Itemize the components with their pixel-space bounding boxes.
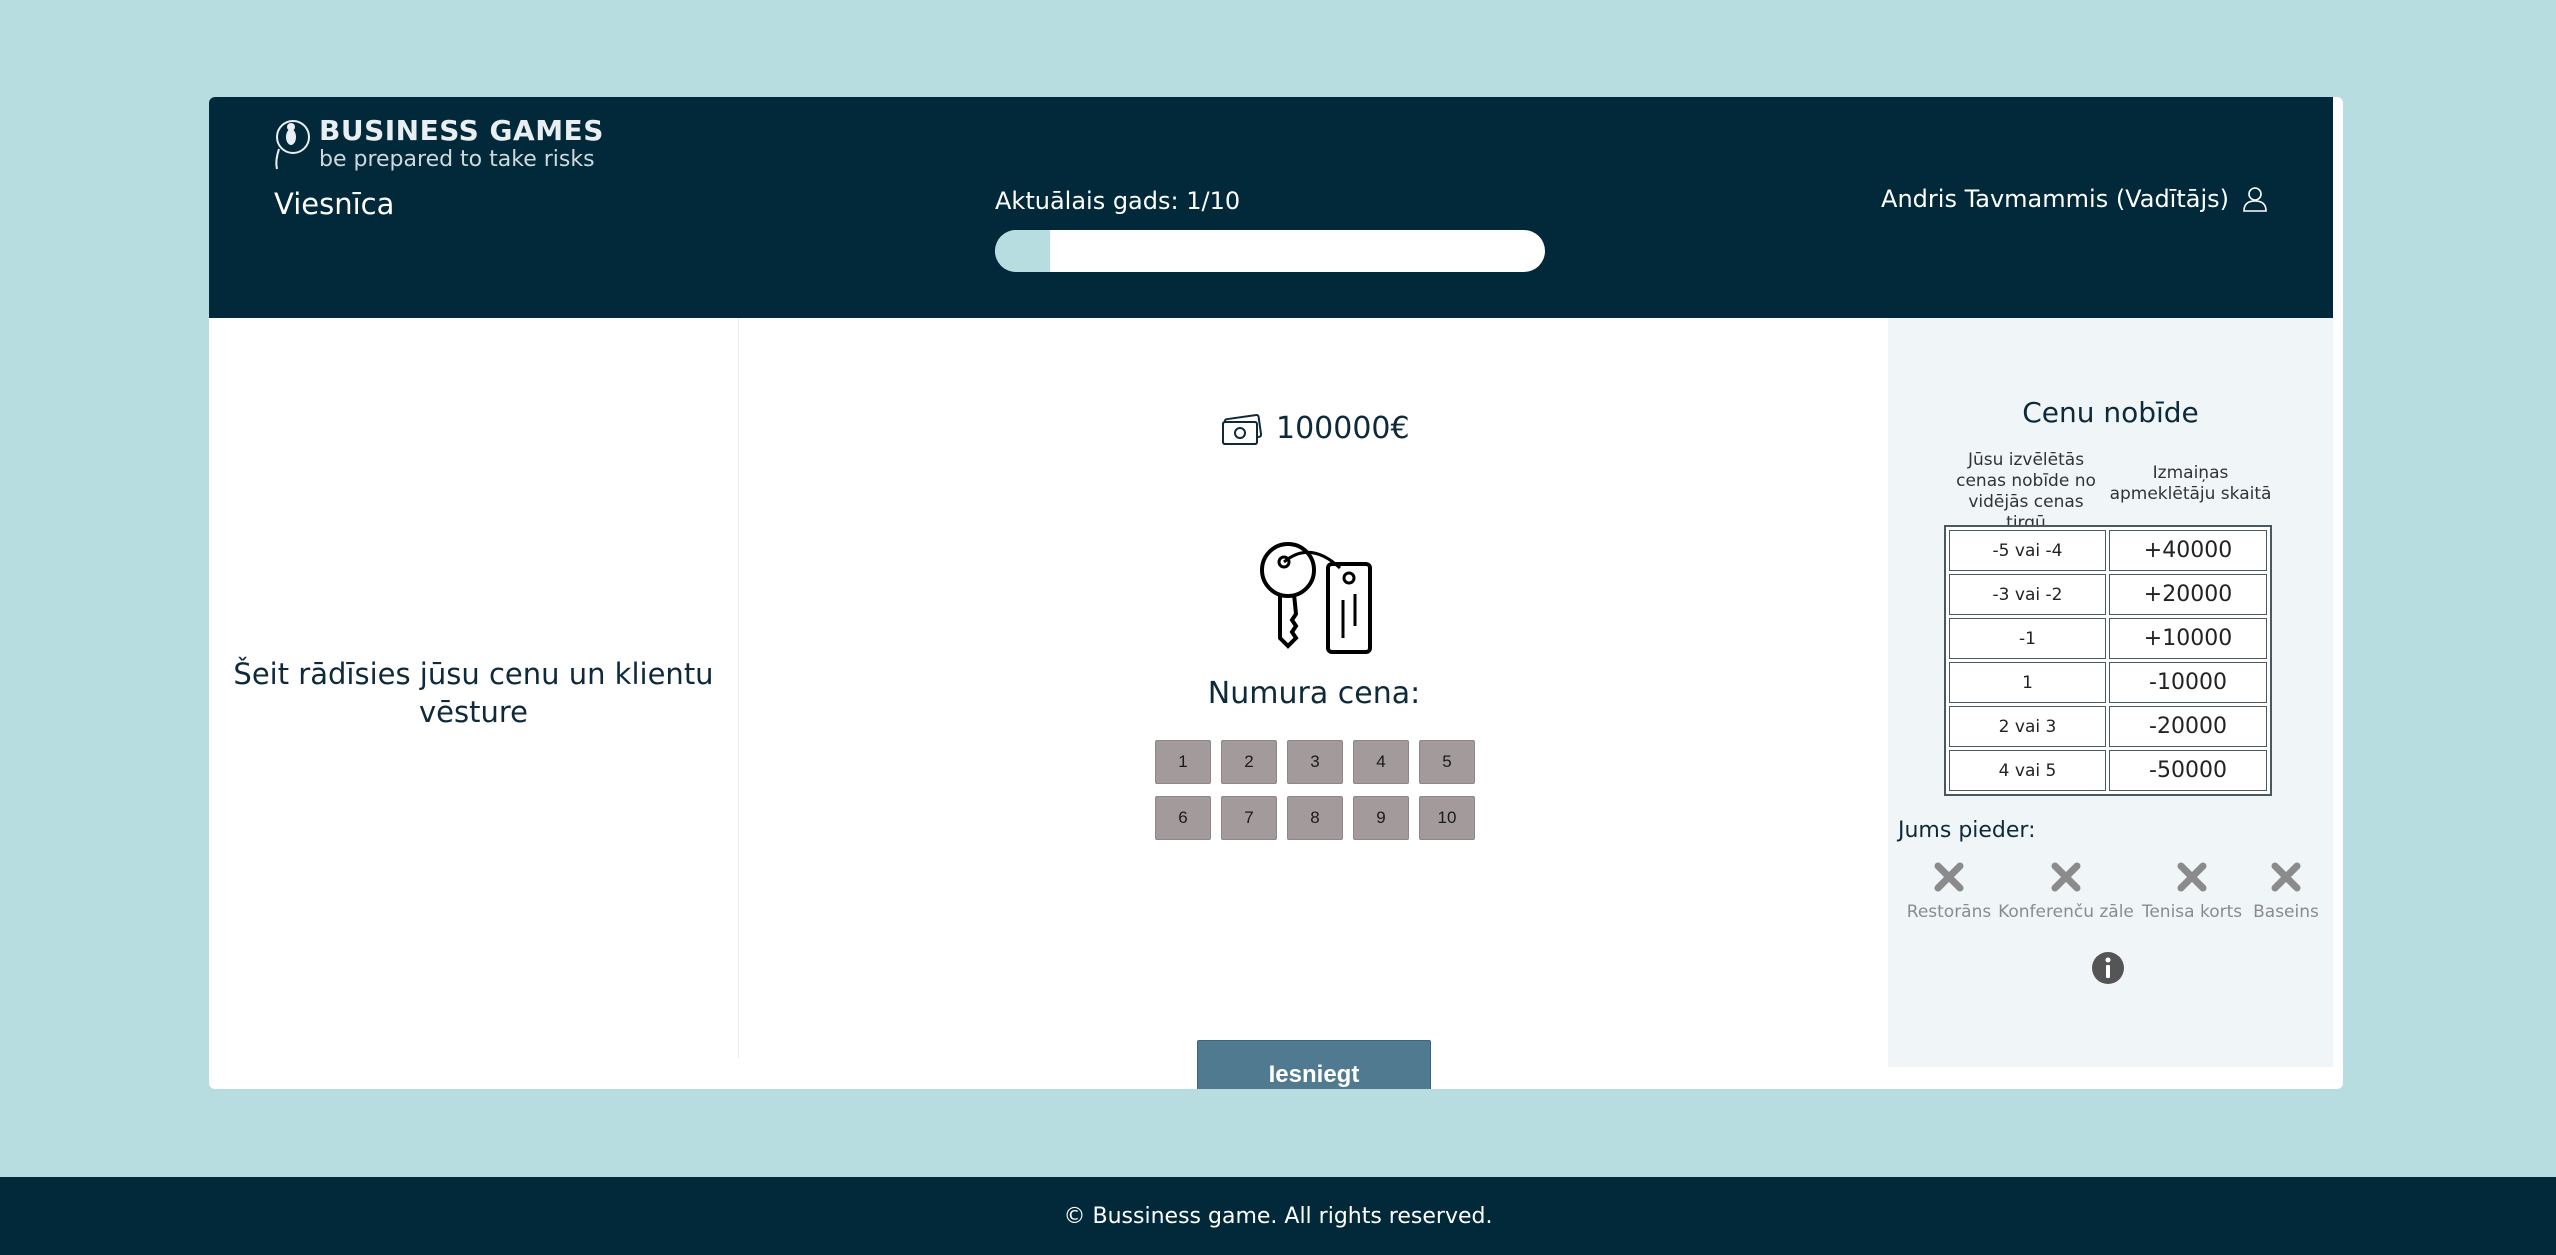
amenity-label: Baseins xyxy=(2253,902,2319,922)
table-row: -5 vai -4 +40000 xyxy=(1949,530,2267,571)
logo-icon xyxy=(275,120,310,170)
table-row: 4 vai 5 -50000 xyxy=(1949,750,2267,791)
money-amount: 100000€ xyxy=(1276,410,1410,446)
deviation-cell: -3 vai -2 xyxy=(1949,574,2106,615)
hotel-keys-icon xyxy=(1260,542,1372,654)
amenity-label: Konferenču zāle xyxy=(1998,902,2134,922)
deviation-cell: -5 vai -4 xyxy=(1949,530,2106,571)
deviation-cell: 2 vai 3 xyxy=(1949,706,2106,747)
price-option-4[interactable]: 4 xyxy=(1353,740,1409,784)
amenity-label: Restorāns xyxy=(1906,902,1992,922)
change-cell: -50000 xyxy=(2109,750,2267,791)
game-title: Viesnīca xyxy=(274,187,395,221)
amenity-restaurant: Restorāns xyxy=(1904,860,1994,922)
amenity-conference-hall: Konferenču zāle xyxy=(1996,860,2136,922)
table-row: 1 -10000 xyxy=(1949,662,2267,703)
table-row: -3 vai -2 +20000 xyxy=(1949,574,2267,615)
price-options: 1 2 3 4 5 6 7 8 9 10 xyxy=(1155,740,1475,840)
not-owned-icon xyxy=(2271,862,2301,892)
deviation-cell: 1 xyxy=(1949,662,2106,703)
brand-tagline: be prepared to take risks xyxy=(319,147,595,172)
history-placeholder: Šeit rādīsies jūsu cenu un klientu vēstu… xyxy=(233,657,714,729)
copyright-text: © Bussiness game. All rights reserved. xyxy=(1063,1203,1493,1229)
change-column-header: Izmaiņas apmeklētāju skaitā xyxy=(2109,463,2272,504)
current-year-label: Aktuālais gads: 1/10 xyxy=(995,187,1241,215)
year-progress-bar xyxy=(995,230,1545,272)
price-option-8[interactable]: 8 xyxy=(1287,796,1343,840)
not-owned-icon xyxy=(2051,862,2081,892)
change-cell: +10000 xyxy=(2109,618,2267,659)
game-card: BUSINESS GAMES be prepared to take risks… xyxy=(209,97,2343,1089)
price-option-7[interactable]: 7 xyxy=(1221,796,1277,840)
user-menu[interactable]: Andris Tavmammis (Vadītājs) xyxy=(1881,185,2269,213)
deviation-column-header: Jūsu izvēlētās cenas nobīde no vidējās c… xyxy=(1956,450,2096,533)
submit-button[interactable]: Iesniegt xyxy=(1197,1040,1431,1089)
amenity-label: Tenisa korts xyxy=(2141,902,2243,922)
user-icon[interactable] xyxy=(2241,185,2269,213)
user-name: Andris Tavmammis (Vadītājs) xyxy=(1881,185,2229,213)
info-icon[interactable] xyxy=(2091,951,2125,985)
table-row: 2 vai 3 -20000 xyxy=(1949,706,2267,747)
deviation-cell: 4 vai 5 xyxy=(1949,750,2106,791)
price-option-2[interactable]: 2 xyxy=(1221,740,1277,784)
brand: BUSINESS GAMES be prepared to take risks xyxy=(271,115,604,173)
change-cell: +20000 xyxy=(2109,574,2267,615)
price-deviation-panel: Cenu nobīde Jūsu izvēlētās cenas nobīde … xyxy=(1888,318,2333,1067)
not-owned-icon xyxy=(2177,862,2207,892)
change-cell: -10000 xyxy=(2109,662,2267,703)
change-cell: -20000 xyxy=(2109,706,2267,747)
not-owned-icon xyxy=(1934,862,1964,892)
deviation-cell: -1 xyxy=(1949,618,2106,659)
table-row: -1 +10000 xyxy=(1949,618,2267,659)
history-panel: Šeit rādīsies jūsu cenu un klientu vēstu… xyxy=(209,318,739,1058)
deviation-table: -5 vai -4 +40000 -3 vai -2 +20000 -1 +10… xyxy=(1944,525,2272,796)
price-option-1[interactable]: 1 xyxy=(1155,740,1211,784)
year-progress-fill xyxy=(995,230,1050,272)
change-cell: +40000 xyxy=(2109,530,2267,571)
price-option-6[interactable]: 6 xyxy=(1155,796,1211,840)
room-price-label: Numura cena: xyxy=(1207,676,1421,711)
price-option-5[interactable]: 5 xyxy=(1419,740,1475,784)
money-display: 100000€ xyxy=(1220,408,1410,448)
price-option-10[interactable]: 10 xyxy=(1419,796,1475,840)
brand-name: BUSINESS GAMES xyxy=(319,114,604,147)
money-icon xyxy=(1222,413,1263,445)
footer: © Bussiness game. All rights reserved. xyxy=(0,1177,2556,1255)
owned-amenities-label: Jums pieder: xyxy=(1898,818,2036,843)
amenity-pool: Baseins xyxy=(2248,860,2324,922)
price-option-3[interactable]: 3 xyxy=(1287,740,1343,784)
deviation-title: Cenu nobīde xyxy=(2022,396,2199,429)
price-option-9[interactable]: 9 xyxy=(1353,796,1409,840)
header: BUSINESS GAMES be prepared to take risks… xyxy=(209,97,2333,318)
main-panel: 100000€ Numura cena: 1 2 3 4 5 6 7 8 9 1… xyxy=(740,318,1888,1089)
amenity-tennis-court: Tenisa korts xyxy=(2139,860,2245,922)
